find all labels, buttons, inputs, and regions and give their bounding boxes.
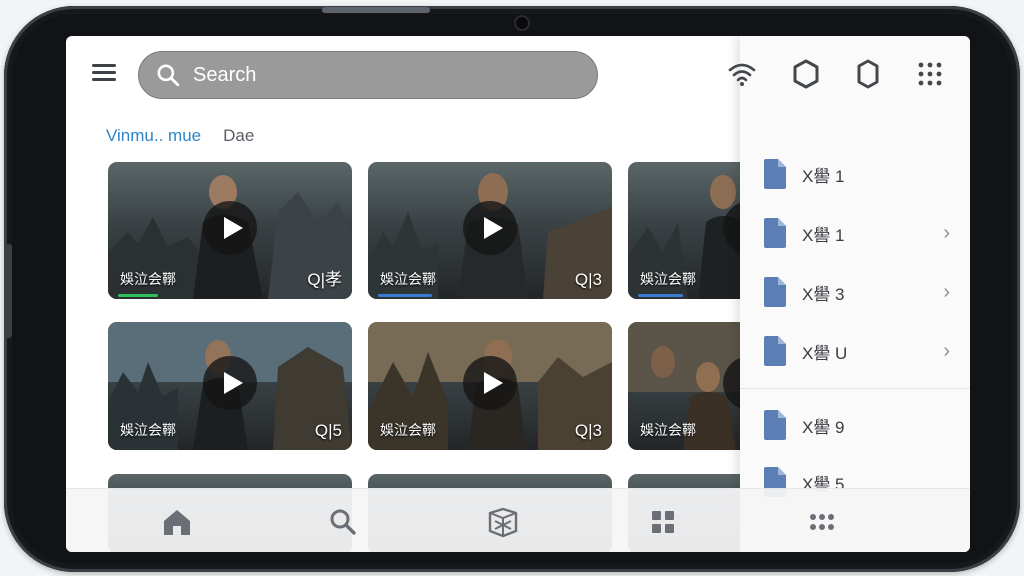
chevron-right-icon[interactable]: › [943,222,950,245]
wifi-icon[interactable] [726,58,758,90]
play-icon[interactable] [203,200,257,255]
video-duration: Q|3 [574,270,602,289]
document-icon [764,159,786,189]
video-title: 娛泣会鞹 [380,422,436,438]
screen: Vinmu.. mue Dae 娛泣会鞹 Q|孝 [66,36,970,552]
status-icons [66,58,970,90]
file-label: X嚳 9 [802,417,845,437]
hexagon-outline-icon[interactable] [790,58,822,90]
video-title: 娛泣会鞹 [380,271,436,287]
power-button [322,7,430,13]
tab-secondary[interactable]: Dae [223,126,254,146]
file-label: X嚳 U [802,343,848,363]
video-title: 娛泣会鞹 [640,422,696,438]
search-icon[interactable] [326,505,360,539]
file-item[interactable]: X嚳 1 [764,154,950,194]
watch-progress [378,294,432,297]
play-icon[interactable] [463,200,517,255]
phone-frame: Vinmu.. mue Dae 娛泣会鞹 Q|孝 [4,6,1020,572]
document-icon [764,277,786,307]
file-label: X嚳 3 [802,284,845,304]
watch-progress [118,294,158,297]
video-card[interactable]: 娛泣会鞹 Q|3 [368,322,612,450]
file-label: X嚳 1 [802,166,845,186]
app-grid-icon[interactable] [914,58,946,90]
file-label: X嚳 1 [802,225,845,245]
video-duration: Q|孝 [307,270,342,289]
video-title: 娛泣会鞹 [640,271,696,287]
video-duration: Q|5 [314,421,342,440]
volume-button [4,244,12,338]
document-icon [764,336,786,366]
file-side-panel: X嚳 1 X嚳 1 › X嚳 3 › X嚳 U › X嚳 9 X嚳 5 [740,36,970,552]
grid-icon[interactable] [646,505,680,539]
chevron-right-icon[interactable]: › [943,340,950,363]
video-card[interactable]: 娛泣会鞹 Q|5 [108,322,352,450]
document-icon [764,218,786,248]
document-icon [764,410,786,440]
more-dots-icon[interactable] [805,505,839,539]
file-item[interactable]: X嚳 1 › [764,213,950,253]
home-icon[interactable] [160,505,194,539]
cube-icon[interactable] [486,505,520,539]
video-card[interactable]: 娛泣会鞹 Q|3 [368,162,612,299]
chevron-right-icon[interactable]: › [943,281,950,304]
panel-divider [740,388,970,389]
tab-primary[interactable]: Vinmu.. mue [106,126,201,146]
front-camera [516,17,528,29]
video-title: 娛泣会鞹 [120,271,176,287]
bottom-navigation [66,488,970,552]
shield-icon[interactable] [852,58,884,90]
video-title: 娛泣会鞹 [120,422,176,438]
file-item[interactable]: X嚳 9 [764,405,950,445]
file-item[interactable]: X嚳 U › [764,331,950,371]
file-item[interactable]: X嚳 3 › [764,272,950,312]
video-card[interactable]: 娛泣会鞹 Q|孝 [108,162,352,299]
watch-progress [638,294,683,297]
video-duration: Q|3 [574,421,602,440]
category-tabs: Vinmu.. mue Dae [106,126,254,146]
